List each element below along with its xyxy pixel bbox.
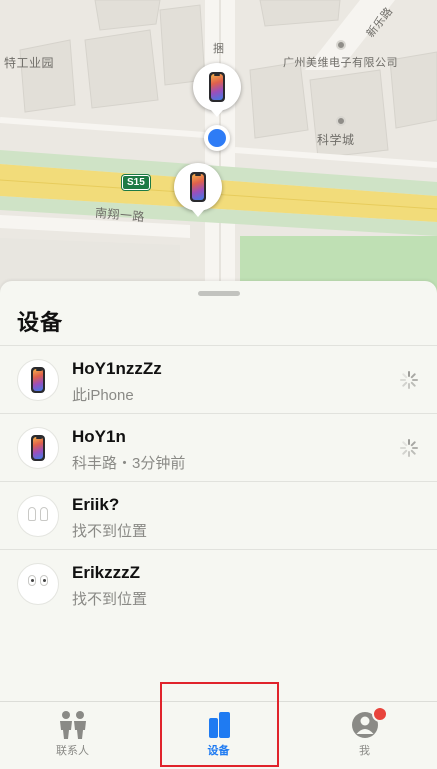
iphone-icon <box>31 367 45 393</box>
device-name: Eriik? <box>72 495 120 514</box>
poi-dot-company <box>336 40 346 50</box>
tab-label: 联系人 <box>56 745 89 757</box>
notification-badge <box>372 706 388 722</box>
device-pin-hoy1n[interactable] <box>174 163 222 217</box>
device-subtitle: 科丰路・3分钟前 <box>72 455 186 472</box>
device-avatar <box>17 359 59 401</box>
device-pin-hoy1nzzzz[interactable] <box>193 63 241 117</box>
map-view[interactable]: 特工业园 广州美维电子有限公司 科学城 南翔一路 新乐路 捆 S15 <box>0 0 437 300</box>
device-avatar <box>17 563 59 605</box>
iphone-icon <box>209 72 225 102</box>
device-row[interactable]: Eriik? 找不到位置 <box>0 481 437 549</box>
devices-sheet: 设备 HoY1nzzZz 此iPhone HoY1n 科丰路・3分钟前 Erii… <box>0 281 437 769</box>
device-name: HoY1n <box>72 427 126 446</box>
map-label-science-city: 科学城 <box>317 133 355 147</box>
device-name: ErikzzzZ <box>72 563 141 582</box>
device-row[interactable]: HoY1nzzZz 此iPhone <box>0 345 437 413</box>
tab-label: 我 <box>359 745 370 757</box>
tab-devices[interactable]: 设备 <box>146 702 291 769</box>
map-label-industrial-park: 特工业园 <box>4 56 55 70</box>
tab-me[interactable]: 我 <box>292 702 437 769</box>
tab-people[interactable]: 联系人 <box>0 702 145 769</box>
devices-icon <box>208 712 230 738</box>
airpods-pro-icon <box>27 575 49 593</box>
loading-spinner-icon <box>400 439 418 457</box>
device-row[interactable]: HoY1n 科丰路・3分钟前 <box>0 413 437 481</box>
device-subtitle: 找不到位置 <box>72 591 148 608</box>
device-subtitle: 此iPhone <box>72 387 134 404</box>
tab-label: 设备 <box>207 745 230 757</box>
device-subtitle: 找不到位置 <box>72 523 148 540</box>
highway-shield: S15 <box>122 175 150 190</box>
loading-spinner-icon <box>400 371 418 389</box>
tab-bar: 联系人 设备 我 <box>0 701 437 769</box>
iphone-icon <box>31 435 45 461</box>
people-icon <box>59 711 86 739</box>
device-row[interactable]: ErikzzzZ 找不到位置 <box>0 549 437 617</box>
sheet-title: 设备 <box>17 310 64 335</box>
map-label-vertical-road: 捆 <box>213 43 225 55</box>
device-list: HoY1nzzZz 此iPhone HoY1n 科丰路・3分钟前 Eriik? … <box>0 345 437 617</box>
device-avatar <box>17 427 59 469</box>
device-avatar <box>17 495 59 537</box>
sheet-grabber[interactable] <box>198 291 240 296</box>
device-name: HoY1nzzZz <box>72 359 162 378</box>
iphone-icon <box>190 172 206 202</box>
poi-dot-science-city <box>336 116 346 126</box>
current-location-dot[interactable] <box>204 125 230 151</box>
airpods-icon <box>27 507 49 525</box>
map-label-company: 广州美维电子有限公司 <box>283 57 398 69</box>
